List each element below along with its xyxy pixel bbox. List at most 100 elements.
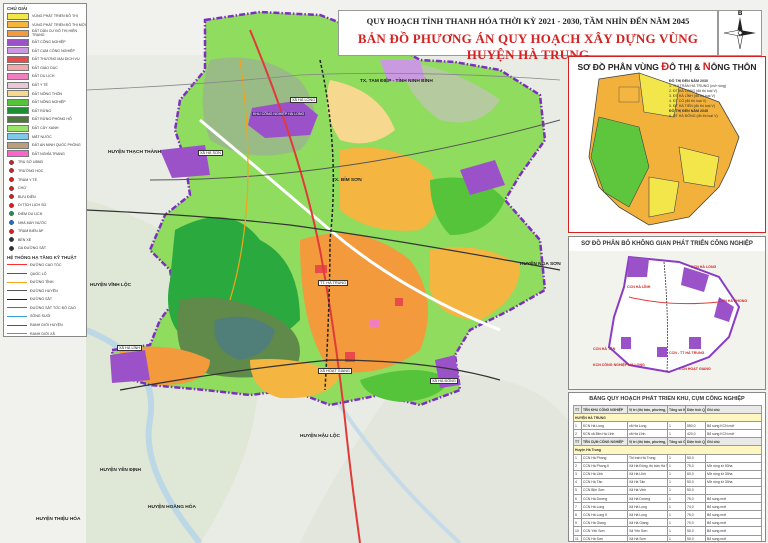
table-row: 10 CCN Yến Sơn Xã Yến Sơn 1 50,0 Bổ sung mới: [573, 526, 762, 536]
legend-zone-label: ĐẤT AN NINH QUỐC PHÒNG: [32, 143, 81, 148]
table-cell: 6: [573, 494, 582, 504]
legend-zone-item: ĐẤT CÂY XANH: [4, 124, 86, 133]
legend-swatch: [7, 21, 29, 29]
table-cell: Xã Hà Lĩnh: [627, 469, 668, 479]
table-row: 5 CCN Bỉm Sơn Xã Hà Vinh 1 50,0: [573, 485, 762, 496]
legend-symbols: TRỤ SỞ UBND TRƯỜNG HỌC TRẠM Y TẾ CHỢ BƯU ĐIỆ…: [4, 158, 86, 253]
legend-swatch: [7, 72, 29, 80]
legend-line-swatch: [7, 298, 27, 300]
inset1-legend-item: 5. ĐT HÀ TIẾN (đô thị loại V): [669, 104, 716, 108]
legend-swatch: [7, 64, 29, 72]
table-cell: 50,0: [685, 477, 706, 487]
table-group-cell: Huyện Hà Trung: [573, 445, 762, 455]
table-cell: TT: [573, 437, 582, 447]
commercial-3: [395, 298, 403, 306]
label-bim-son: TX. BỈM SƠN: [332, 178, 362, 183]
legend-zone-label: ĐẤT RỪNG PHÒNG HỘ: [32, 117, 72, 122]
legend-line-item: ĐƯỜNG SẮT: [4, 295, 86, 304]
map-symbol-icon: [7, 228, 15, 234]
table-cell: Xã Yến Sơn: [627, 526, 668, 536]
table-row: TT TÊN KHU CÔNG NGHIỆP Vị trí (thị trấn, p…: [573, 404, 762, 415]
table-cell: Bổ sung KCN mới: [705, 421, 762, 431]
legend-zone-item: ĐẤT Y TẾ: [4, 81, 86, 90]
legend-symbol-label: TRƯỜNG HỌC: [18, 168, 44, 173]
table-cell: [705, 453, 762, 463]
legend-zone-label: MẶT NƯỚC: [32, 134, 52, 139]
table-cell: 3: [573, 469, 582, 479]
legend-symbol-label: BẾN XE: [18, 237, 32, 242]
label-hoat-giang: XÃ HOẠT GIANG: [318, 368, 352, 374]
legend-symbol-item: ĐIỂM DU LỊCH: [4, 210, 86, 219]
table-cell: 1: [667, 510, 686, 520]
table-cell: Bổ sung mới: [705, 494, 762, 504]
table-cell: 1: [573, 421, 582, 431]
legend-zone-label: ĐẤT THƯƠNG MẠI DỊCH VỤ: [32, 57, 80, 62]
legend-lines-heading: HỆ THỐNG HẠ TẦNG KỸ THUẬT: [7, 254, 77, 260]
legend-line-label: ĐƯỜNG TỈNH: [30, 280, 54, 285]
table-cell: 1: [667, 502, 686, 512]
inset-industrial-map: SƠ ĐỒ PHÂN BỐ KHÔNG GIAN PHÁT TRIỂN CÔNG…: [568, 236, 766, 390]
table-cell: 1: [667, 526, 686, 536]
table-cell: 9: [573, 518, 582, 528]
inset1-legend-item: 6. ĐT HÀ ĐÔNG (đô thị loại V): [669, 114, 718, 118]
legend-line-item: RANH GIỚI XÃ: [4, 329, 86, 336]
table-cell: xã Hà Long: [627, 421, 668, 431]
table-cell: Mở rộng từ 30ha: [705, 469, 762, 479]
legend-zone-item: VÙNG PHÁT TRIỂN ĐÔ THỊ MỚI: [4, 21, 86, 30]
inset2-label-3: CCN HÀ PHONG: [719, 299, 748, 303]
legend-zone-item: ĐẤT RỪNG PHÒNG HỘ: [4, 115, 86, 124]
table-cell: CCN Hà Tân: [581, 477, 628, 487]
inset1-legend-item: 1. THỊ TRẤN HÀ TRUNG (mở rộng): [669, 84, 727, 88]
table-cell: Xã Hà Tân: [627, 477, 668, 487]
table-cell: 1: [573, 453, 582, 463]
label-nga-son: HUYỆN NGA SƠN: [520, 262, 561, 267]
legend-zone-label: ĐẤT Y TẾ: [32, 83, 48, 88]
legend-swatch: [7, 55, 29, 63]
legend-line-swatch: [7, 273, 27, 275]
legend-symbol-item: GA ĐƯỜNG SẮT: [4, 244, 86, 253]
legend-swatch: [7, 29, 29, 37]
table-row: 11 CCN Hà Sơn Xã Hà Sơn 1 50,0 Bổ sung mới: [573, 534, 762, 541]
label-ha-linh: XÃ HÀ LĨNH: [117, 345, 143, 351]
legend-line-label: ĐƯỜNG SẮT TỐC ĐỘ CAO: [30, 305, 76, 310]
table-cell: 1: [667, 461, 686, 471]
tourism-1: [370, 320, 379, 327]
map-symbol-icon: [7, 211, 15, 217]
table-cell: 75,0: [685, 461, 706, 471]
industrial-table: TT TÊN KHU CÔNG NGHIỆP Vị trí (thị trấn, p…: [573, 404, 762, 541]
legend-zone-label: ĐẤT NGHĨA TRANG: [32, 151, 65, 156]
table-cell: Xã Hà Long: [627, 502, 668, 512]
inset1-legend: ĐÔ THỊ ĐẾN NĂM 2030 1. THỊ TRẤN HÀ TRUNG …: [669, 79, 726, 119]
table-cell: Diện tích QH (ha): [685, 404, 706, 415]
legend-swatch: [7, 141, 29, 149]
label-ha-trung: TT. HÀ TRUNG: [318, 280, 349, 286]
table-cell: Xã Hà Vinh: [627, 485, 668, 496]
table-cell: Xã Hà Giang: [627, 518, 668, 528]
table-cell: Xã Hà Đông, thị trấn Hà Trung: [627, 461, 668, 471]
table-cell: CCN Hà Phong: [581, 453, 628, 463]
legend-zone-label: ĐẤT GIÁO DỤC: [32, 65, 58, 70]
legend-line-label: QUỐC LỘ: [30, 271, 47, 276]
inset1-map: [588, 72, 740, 226]
commercial-1: [315, 265, 327, 273]
table-cell: Ghi chú: [705, 404, 762, 415]
table-cell: Vị trí (thị trấn, phường, xã): [627, 437, 668, 447]
legend-symbol-item: TRẠM Y TẾ: [4, 175, 86, 184]
label-tam-diep: TX. TAM ĐIỆP - TỈNH NINH BÌNH: [360, 79, 433, 84]
legend-zone-item: ĐẤT THƯƠNG MẠI DỊCH VỤ: [4, 55, 86, 64]
inset1-legend-item: ĐÔ THỊ ĐẾN NĂM 2045: [669, 109, 708, 113]
table-cell: 1: [667, 534, 686, 541]
legend-lines: ĐƯỜNG CAO TỐC QUỐC LỘ ĐƯỜNG TỈNH ĐƯỜNG HUYỆ…: [4, 261, 86, 336]
legend-line-label: RANH GIỚI HUYỆN: [30, 323, 63, 328]
table-cell: Xã Hà Sơn: [627, 534, 668, 541]
legend-symbol-item: BẾN XE: [4, 235, 86, 244]
legend-swatch: [7, 12, 29, 20]
table-cell: 74,0: [685, 502, 706, 512]
legend-line-label: ĐƯỜNG CAO TỐC: [30, 262, 62, 267]
label-kcn-ha-long: KHU CÔNG NGHIỆP HÀ LONG: [252, 112, 306, 116]
inset2-label-6: KCN CÔNG NGHIỆP HÀ LONG: [593, 363, 645, 367]
legend-line-item: QUỐC LỘ: [4, 269, 86, 278]
legend-swatch: [7, 115, 29, 123]
label-thieu-hoa: HUYỆN THIỆU HÓA: [36, 517, 81, 522]
legend-line-label: RANH GIỚI XÃ: [30, 331, 55, 336]
